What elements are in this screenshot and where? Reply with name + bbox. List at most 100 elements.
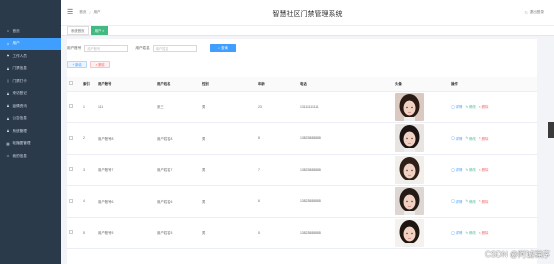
avatar[interactable] bbox=[395, 155, 424, 184]
tag-user[interactable]: 用户 × bbox=[90, 25, 109, 36]
row-checkbox[interactable] bbox=[67, 122, 81, 155]
row-checkbox[interactable] bbox=[67, 91, 81, 123]
row-delete-button[interactable]: × 删除 bbox=[479, 230, 489, 236]
logout-label: 退出登录 bbox=[529, 10, 544, 14]
detail-icon: ◯ bbox=[451, 167, 455, 172]
cell-avatar bbox=[393, 217, 449, 249]
sidebar-item[interactable]: ▦ 轮播图管理 bbox=[0, 138, 61, 151]
person-icon: ♟ bbox=[6, 116, 10, 121]
column-header: 头像 bbox=[393, 77, 449, 92]
edit-label: 修改 bbox=[469, 105, 476, 110]
cell-avatar bbox=[393, 122, 449, 155]
detail-button[interactable]: ◯ 详情 bbox=[451, 199, 462, 204]
column-header: 电话 bbox=[298, 77, 393, 92]
search-icon: ⌕ bbox=[218, 45, 221, 50]
cell-account: 用户账号7 bbox=[96, 154, 155, 186]
person-icon: ♟ bbox=[6, 104, 10, 109]
sidebar-item[interactable]: ⚑ 工作人员 bbox=[0, 50, 61, 63]
delete-icon: × bbox=[478, 136, 481, 141]
cell-phone: 13823888888 bbox=[298, 122, 393, 155]
cell-gender: 男 bbox=[200, 185, 256, 218]
sidebar-item[interactable]: ♟ 疫情资讯 bbox=[0, 100, 61, 113]
watermark: CSDN @阿诚程序 bbox=[484, 250, 550, 259]
sidebar-item[interactable]: ♟ 来访登记 bbox=[0, 88, 61, 101]
cell-name: 用户姓名5 bbox=[155, 217, 200, 249]
table-header: 索引 用户账号 用户姓名 性别 年龄 电话 头像 操作 bbox=[67, 77, 537, 92]
user-icon: ☺ bbox=[6, 154, 10, 159]
detail-icon: ◯ bbox=[451, 199, 455, 204]
main-content: 用户账号 用户账号 用户姓名 用户姓名 ⌕ 查询 + 新增 × 删除 索引 用户… bbox=[67, 39, 537, 264]
delete-label: 删除 bbox=[481, 168, 489, 173]
avatar[interactable] bbox=[395, 218, 424, 247]
name-label: 用户姓名 bbox=[135, 45, 150, 50]
cell-age: 8 bbox=[256, 122, 298, 155]
side-scroll-tab[interactable] bbox=[548, 122, 554, 138]
column-header: 操作 bbox=[449, 77, 537, 92]
table-row: 5 用户账号5 用户姓名5 男 5 13823888888 ◯ 详情 ✎ 修改 × 删除 bbox=[67, 217, 537, 249]
table-row: 4 用户账号6 用户姓名6 男 6 13823888888 ◯ 详情 ✎ 修改 × 删除 bbox=[67, 185, 537, 218]
edit-button[interactable]: ✎ 修改 bbox=[465, 136, 475, 141]
search-button[interactable]: ⌕ 查询 bbox=[210, 43, 236, 52]
column-header: 索引 bbox=[81, 77, 96, 92]
top-header: ☰ 首页 / 用户 智慧社区门禁管理系统 ⎋ 退出登录 bbox=[61, 0, 554, 25]
cell-gender: 男 bbox=[200, 122, 256, 155]
cell-ops: ◯ 详情 ✎ 修改 × 删除 bbox=[449, 122, 537, 155]
sidebar-item-label: 疫情资讯 bbox=[12, 103, 27, 108]
door-icon: ▯ bbox=[7, 79, 9, 84]
avatar[interactable] bbox=[395, 187, 424, 216]
account-input[interactable]: 用户账号 bbox=[84, 44, 129, 52]
row-checkbox[interactable] bbox=[67, 154, 81, 186]
edit-icon: ✎ bbox=[465, 230, 469, 235]
flag-icon: ⚑ bbox=[6, 54, 10, 59]
sidebar-item-label: 工作人员 bbox=[12, 53, 27, 58]
edit-button[interactable]: ✎ 修改 bbox=[465, 167, 475, 173]
cell-gender: 男 bbox=[200, 154, 256, 186]
avatar[interactable] bbox=[395, 124, 424, 153]
row-delete-button[interactable]: × 删除 bbox=[479, 104, 489, 110]
column-header: 年龄 bbox=[256, 77, 298, 92]
cell-gender: 男 bbox=[200, 91, 256, 123]
sidebar-item-label: 来访登记 bbox=[12, 91, 27, 96]
detail-button[interactable]: ◯ 详情 bbox=[451, 230, 462, 236]
sidebar-item[interactable]: ☺ 用户 bbox=[0, 37, 61, 50]
detail-label: 详情 bbox=[455, 136, 463, 141]
detail-button[interactable]: ◯ 详情 bbox=[451, 136, 462, 141]
delete-label: 删除 bbox=[481, 199, 489, 204]
sidebar-item[interactable]: ♟ 系统管理 bbox=[0, 125, 61, 138]
edit-button[interactable]: ✎ 修改 bbox=[465, 199, 475, 204]
row-delete-button[interactable]: × 删除 bbox=[479, 199, 489, 204]
edit-button[interactable]: ✎ 修改 bbox=[465, 104, 476, 110]
sidebar-item[interactable]: ♟ 门禁信息 bbox=[0, 63, 61, 76]
edit-label: 修改 bbox=[469, 231, 476, 236]
row-checkbox[interactable] bbox=[67, 217, 81, 249]
edit-icon: ✎ bbox=[465, 199, 469, 204]
account-label: 用户账号 bbox=[67, 45, 82, 50]
breadcrumb-current: 用户 bbox=[93, 10, 101, 14]
search-button-label: 查询 bbox=[221, 46, 228, 50]
select-all-checkbox[interactable] bbox=[67, 77, 81, 92]
detail-button[interactable]: ◯ 详情 bbox=[451, 167, 462, 173]
edit-button[interactable]: ✎ 修改 bbox=[465, 230, 476, 236]
row-delete-button[interactable]: × 删除 bbox=[479, 136, 489, 141]
tag-home[interactable]: 系统首页 bbox=[67, 25, 89, 36]
delete-button[interactable]: × 删除 bbox=[90, 61, 110, 68]
cell-name: 用户姓名7 bbox=[155, 154, 200, 186]
menu-fold-icon[interactable]: ☰ bbox=[67, 9, 73, 16]
edit-icon: ✎ bbox=[465, 136, 469, 141]
cell-age: 5 bbox=[256, 217, 298, 249]
row-checkbox[interactable] bbox=[67, 185, 81, 218]
avatar[interactable] bbox=[395, 92, 424, 121]
cell-account: 用户账号8 bbox=[96, 122, 155, 155]
sidebar-item[interactable]: ⌂ 首页 bbox=[0, 25, 61, 38]
logout-button[interactable]: ⎋ 退出登录 bbox=[525, 10, 544, 15]
row-delete-button[interactable]: × 删除 bbox=[479, 167, 489, 173]
sidebar-item[interactable]: ▯ 门禁打卡 bbox=[0, 75, 61, 88]
breadcrumb-home[interactable]: 首页 bbox=[79, 10, 86, 15]
sidebar-item-label: 公告信息 bbox=[12, 116, 27, 121]
sidebar-item[interactable]: ♟ 公告信息 bbox=[0, 113, 61, 126]
add-button[interactable]: + 新增 bbox=[67, 61, 87, 68]
name-input[interactable]: 用户姓名 bbox=[152, 44, 197, 52]
detail-button[interactable]: ◯ 详情 bbox=[451, 104, 462, 110]
sidebar-item[interactable]: ☺ 我的信息 bbox=[0, 150, 61, 163]
sidebar-item-label: 门禁打卡 bbox=[12, 78, 27, 83]
